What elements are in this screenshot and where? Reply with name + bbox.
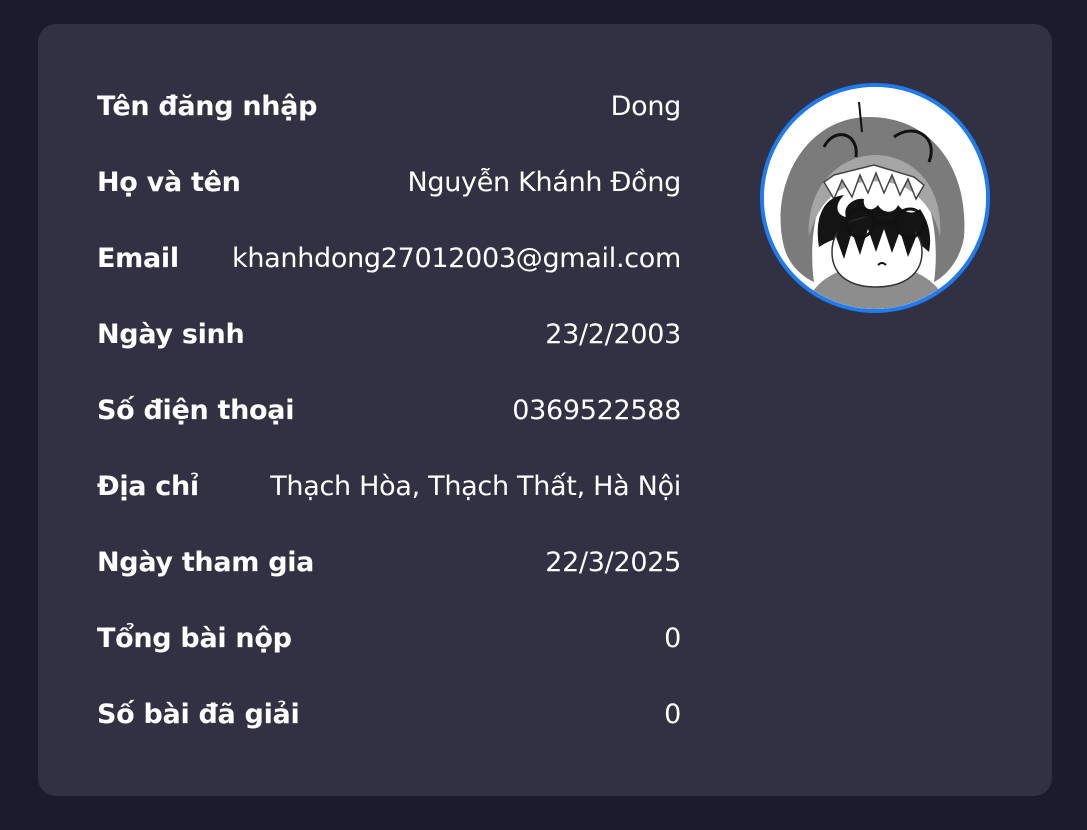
field-label-address: Địa chỉ <box>97 470 199 502</box>
field-row-total-submissions: Tổng bài nộp 0 <box>97 600 681 676</box>
field-label-fullname: Họ và tên <box>97 166 241 198</box>
field-value-solved: 0 <box>664 698 681 730</box>
field-label-total-submissions: Tổng bài nộp <box>97 622 292 654</box>
field-value-email: khanhdong27012003@gmail.com <box>232 242 681 274</box>
field-row-joined: Ngày tham gia 22/3/2025 <box>97 524 681 600</box>
avatar[interactable] <box>760 83 990 313</box>
field-value-birthday: 23/2/2003 <box>545 318 681 350</box>
field-label-joined: Ngày tham gia <box>97 546 315 578</box>
field-label-email: Email <box>97 242 179 274</box>
field-value-username: Dong <box>610 90 682 122</box>
field-row-address: Địa chỉ Thạch Hòa, Thạch Thất, Hà Nội <box>97 448 681 524</box>
field-row-birthday: Ngày sinh 23/2/2003 <box>97 296 681 372</box>
field-label-username: Tên đăng nhập <box>97 90 318 122</box>
field-row-email: Email khanhdong27012003@gmail.com <box>97 220 681 296</box>
field-row-phone: Số điện thoại 0369522588 <box>97 372 681 448</box>
profile-info-list: Tên đăng nhập Dong Họ và tên Nguyễn Khán… <box>97 68 681 752</box>
avatar-shark-hood-icon <box>764 87 986 309</box>
field-label-solved: Số bài đã giải <box>97 698 300 730</box>
field-row-username: Tên đăng nhập Dong <box>97 68 681 144</box>
field-value-joined: 22/3/2025 <box>545 546 681 578</box>
field-value-phone: 0369522588 <box>512 394 681 426</box>
field-row-solved: Số bài đã giải 0 <box>97 676 681 752</box>
profile-card: Tên đăng nhập Dong Họ và tên Nguyễn Khán… <box>38 24 1052 796</box>
field-value-address: Thạch Hòa, Thạch Thất, Hà Nội <box>270 470 681 502</box>
field-label-phone: Số điện thoại <box>97 394 295 426</box>
field-row-fullname: Họ và tên Nguyễn Khánh Đồng <box>97 144 681 220</box>
field-label-birthday: Ngày sinh <box>97 318 245 350</box>
field-value-fullname: Nguyễn Khánh Đồng <box>407 166 682 198</box>
field-value-total-submissions: 0 <box>664 622 681 654</box>
